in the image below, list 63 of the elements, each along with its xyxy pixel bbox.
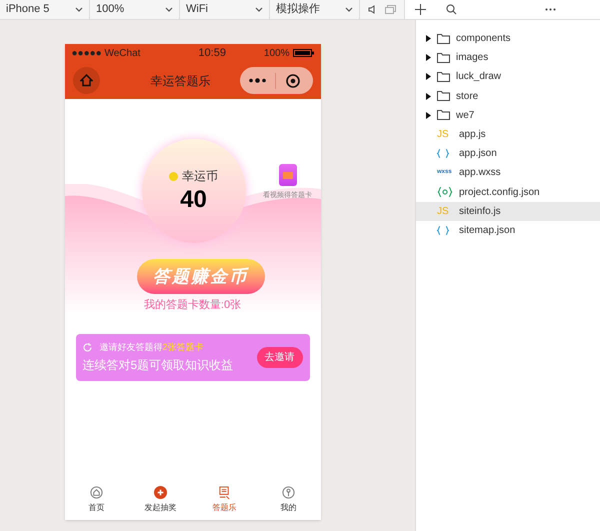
speaker-icon[interactable] — [368, 5, 375, 14]
file-tree-item[interactable]: app.json — [416, 144, 600, 164]
tab-item[interactable]: 我的 — [256, 480, 320, 520]
chevron-down-icon — [345, 7, 353, 12]
plus-icon[interactable] — [415, 4, 426, 15]
chevron-down-icon — [75, 7, 83, 12]
file-tree-item[interactable]: store — [416, 86, 600, 106]
close-target-icon[interactable] — [286, 74, 300, 88]
card-count-text: 我的答题卡数量:0张 — [142, 298, 242, 313]
folder-icon — [437, 110, 450, 120]
coin-label: 幸运币 — [182, 168, 218, 185]
tab-item[interactable]: 首页 — [64, 480, 128, 520]
dropdown-value: 100% — [96, 2, 124, 18]
home-button[interactable] — [72, 67, 100, 94]
plus-circle-icon — [154, 486, 167, 499]
expand-arrow-icon — [426, 112, 431, 119]
dropdown[interactable]: 100% — [90, 0, 180, 19]
file-tree-item[interactable]: JS app.js — [416, 124, 600, 144]
file-tree-item[interactable]: luck_draw — [416, 67, 600, 87]
tab-item[interactable]: 发起抽奖 — [128, 480, 192, 520]
invite-subtitle: 连续答对5题可领取知识收益 — [82, 357, 234, 374]
home-icon — [80, 74, 92, 87]
file-tree-item[interactable]: images — [416, 48, 600, 68]
document-icon — [218, 486, 231, 499]
dropdown-value: 模拟操作 — [276, 2, 320, 18]
ellipsis-icon[interactable] — [545, 8, 556, 11]
file-tree-item[interactable]: components — [416, 29, 600, 48]
carrier-label: ●●●●● WeChat — [72, 46, 140, 60]
home-icon — [90, 486, 103, 499]
dropdown[interactable]: WiFi — [180, 0, 270, 19]
folder-icon — [437, 34, 450, 44]
coin-icon — [169, 172, 178, 180]
folder-icon — [437, 91, 450, 102]
js-file-icon: JS — [437, 127, 453, 142]
tab-item[interactable]: 答题乐 — [192, 480, 256, 520]
expand-arrow-icon — [426, 35, 431, 42]
more-icon[interactable] — [248, 78, 266, 83]
file-tree-item[interactable]: we7 — [416, 106, 600, 125]
expand-arrow-icon — [426, 54, 431, 62]
battery-icon — [292, 49, 314, 57]
gift-icon[interactable] — [278, 164, 296, 186]
dropdown[interactable]: 模拟操作 — [270, 0, 360, 19]
refresh-icon — [82, 343, 92, 352]
file-tree-item[interactable]: sitemap.json — [416, 220, 600, 240]
invite-text: 邀请好友答题得2张答题卡 — [100, 340, 204, 354]
config-file-icon — [437, 187, 453, 198]
coin-value: 40 — [180, 185, 207, 215]
dropdown-value: iPhone 5 — [6, 2, 50, 18]
battery-label: 100% — [264, 46, 290, 60]
expand-arrow-icon — [426, 92, 431, 100]
file-tree-item[interactable]: JS siteinfo.js — [416, 202, 600, 221]
chevron-down-icon — [255, 7, 263, 12]
clock-label: 10:59 — [198, 46, 226, 61]
chevron-down-icon — [165, 7, 173, 12]
js-file-icon: JS — [437, 204, 453, 219]
folder-icon — [437, 72, 450, 82]
dropdown[interactable]: iPhone 5 — [0, 0, 90, 19]
search-icon[interactable] — [446, 4, 457, 15]
folder-icon — [437, 52, 450, 63]
file-tree-item[interactable]: project.config.json — [416, 182, 600, 202]
expand-arrow-icon — [426, 73, 431, 80]
page-title: 幸运答题乐 — [150, 72, 210, 90]
dropdown-value: WiFi — [186, 2, 208, 18]
